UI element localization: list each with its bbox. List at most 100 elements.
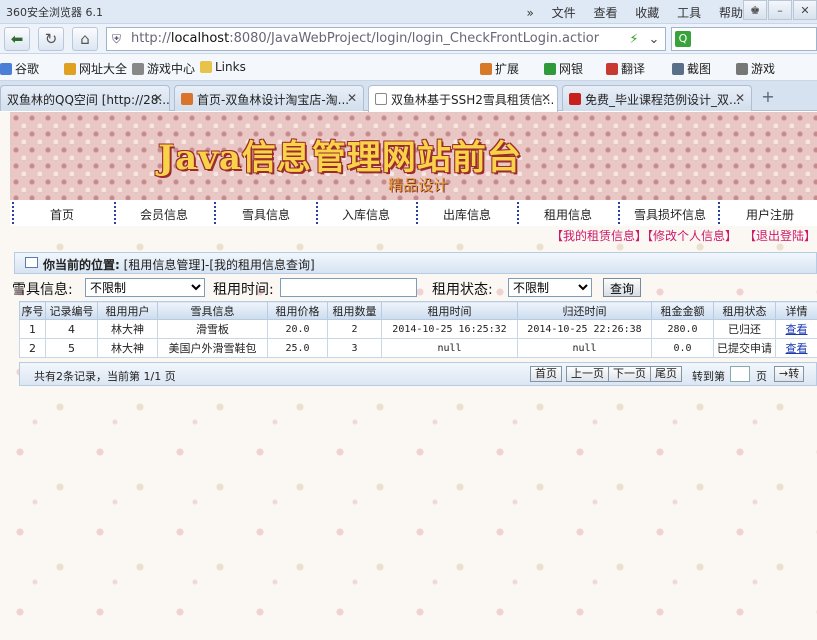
bank-icon — [544, 62, 556, 75]
view-detail-link[interactable]: 查看 — [786, 342, 808, 355]
lightning-icon[interactable]: ⚡ — [624, 27, 644, 51]
view-detail-link[interactable]: 查看 — [786, 323, 808, 336]
query-button[interactable]: 查询 — [603, 278, 642, 297]
fav-label: Links — [215, 60, 246, 74]
go-button[interactable]: →转 — [774, 366, 805, 382]
browser-tab[interactable]: 首页-双鱼林设计淘宝店-淘... ✕ — [174, 85, 364, 111]
fav-links[interactable]: Links — [200, 60, 246, 74]
fav-sites[interactable]: 网址大全 — [64, 60, 127, 77]
close-window-button[interactable]: ✕ — [793, 0, 817, 20]
column-header: 记录编号 — [45, 301, 98, 320]
nav-inbound[interactable]: 入库信息 — [342, 206, 390, 223]
toolbar-label: 翻译 — [621, 62, 646, 76]
translate-icon — [606, 62, 618, 75]
cell-return-time: null — [517, 338, 652, 358]
menu-favorites[interactable]: 收藏 — [635, 6, 659, 20]
cell-rent-time: null — [381, 338, 518, 358]
fav-google[interactable]: 谷歌 — [0, 60, 39, 77]
toolbar-translate[interactable]: 翻译 — [606, 60, 645, 77]
fav-label: 网址大全 — [79, 62, 128, 76]
rent-time-input[interactable] — [280, 278, 417, 297]
cell-user: 林大神 — [97, 319, 158, 339]
minimize-button[interactable]: – — [768, 0, 792, 20]
nav-divider — [718, 202, 720, 224]
address-bar[interactable]: ⛨ http://localhost:8080/JavaWebProject/l… — [106, 27, 666, 51]
link-logout[interactable]: 【退出登陆】 — [744, 227, 816, 244]
prev-page-button[interactable]: 上一页 — [566, 366, 609, 382]
table-row: 2 5 林大神 美国户外滑雪鞋包 25.0 3 null null 0.0 已提… — [19, 338, 817, 358]
chevron-down-icon[interactable]: ⌄ — [644, 27, 664, 51]
equipment-select[interactable]: 不限制 — [85, 278, 205, 297]
tab-favicon-icon — [181, 93, 193, 105]
toolbar-screenshot[interactable]: 截图 — [672, 60, 711, 77]
back-button[interactable]: ⬅ — [4, 27, 30, 51]
last-page-button[interactable]: 尾页 — [650, 366, 682, 382]
column-header: 租用数量 — [327, 301, 382, 320]
cell-equipment: 滑雪板 — [157, 319, 268, 339]
scissors-icon — [672, 62, 684, 75]
tab-favicon-icon — [569, 93, 581, 105]
cell-record-id: 5 — [45, 338, 98, 358]
nav-outbound[interactable]: 出库信息 — [443, 206, 491, 223]
link-edit-profile[interactable]: 【修改个人信息】 — [641, 227, 737, 244]
nav-home[interactable]: 首页 — [50, 206, 74, 223]
browser-tab-active[interactable]: 双鱼林基于SSH2雪具租赁信... ✕ — [368, 85, 558, 112]
jump-page-input[interactable] — [730, 366, 750, 382]
refresh-button[interactable]: ↻ — [38, 27, 64, 51]
location-path: [租用信息管理]-[我的租用信息查询] — [123, 258, 315, 272]
google-icon — [0, 62, 12, 75]
first-page-button[interactable]: 首页 — [530, 366, 562, 382]
window-icon — [25, 257, 38, 268]
menu-file[interactable]: 文件 — [552, 6, 576, 20]
next-page-button[interactable]: 下一页 — [608, 366, 651, 382]
rent-time-label: 租用时间: — [213, 282, 274, 298]
browser-tab[interactable]: 双鱼林的QQ空间 [http://28... ✕ — [0, 85, 170, 111]
nav-divider — [416, 202, 418, 224]
close-tab-icon[interactable]: ✕ — [735, 91, 745, 105]
extensions-icon — [480, 62, 492, 75]
toolbar-banking[interactable]: 网银 — [544, 60, 583, 77]
new-tab-button[interactable]: + — [756, 87, 780, 109]
nav-divider — [618, 202, 620, 224]
search-engine-icon[interactable]: Q — [675, 31, 691, 47]
site-banner: Java信息管理网站前台 精品设计 — [10, 112, 817, 200]
toolbar-label: 网银 — [559, 62, 584, 76]
toolbar-extensions[interactable]: 扩展 — [480, 60, 519, 77]
close-tab-icon[interactable]: ✕ — [347, 91, 357, 105]
nav-rentals[interactable]: 租用信息 — [544, 206, 592, 223]
fav-games[interactable]: 游戏中心 — [132, 60, 195, 77]
column-header: 租金金额 — [651, 301, 714, 320]
browser-tab[interactable]: 免费_毕业课程范例设计_双... ✕ — [562, 85, 752, 111]
column-header: 租用价格 — [267, 301, 328, 320]
link-my-rentals[interactable]: 【我的租赁信息】 — [551, 227, 647, 244]
menu-chevron-icon[interactable]: » — [526, 6, 533, 20]
rent-status-select[interactable]: 不限制 — [508, 278, 592, 297]
cell-equipment: 美国户外滑雪鞋包 — [157, 338, 268, 358]
nav-register[interactable]: 用户注册 — [746, 206, 794, 223]
nav-members[interactable]: 会员信息 — [140, 206, 188, 223]
nav-damage[interactable]: 雪具损坏信息 — [634, 206, 706, 223]
toolbar-games[interactable]: 游戏 — [736, 60, 775, 77]
menu-help[interactable]: 帮助 — [719, 6, 743, 20]
search-input[interactable]: Q — [671, 27, 817, 51]
cell-detail: 查看 — [775, 338, 817, 358]
pagination-bar: 共有2条记录，当前第 1/1 页 首页 上一页 下一页 尾页 转到第 页 →转 — [19, 362, 817, 386]
back-arrow-icon: ⬅ — [10, 30, 24, 48]
tab-label: 双鱼林基于SSH2雪具租赁信... — [391, 93, 555, 107]
cell-status: 已归还 — [713, 319, 776, 339]
url-path: :8080/JavaWebProject/login/login_CheckFr… — [229, 31, 600, 46]
page-icon — [375, 93, 387, 105]
close-tab-icon[interactable]: ✕ — [541, 91, 551, 105]
sites-icon — [64, 62, 76, 75]
nav-divider — [214, 202, 216, 224]
close-tab-icon[interactable]: ✕ — [153, 91, 163, 105]
tab-bar: 双鱼林的QQ空间 [http://28... ✕ 首页-双鱼林设计淘宝店-淘..… — [0, 81, 817, 112]
cell-status: 已提交申请 — [713, 338, 776, 358]
nav-equipment[interactable]: 雪具信息 — [242, 206, 290, 223]
menu-view[interactable]: 查看 — [593, 6, 617, 20]
menu-tools[interactable]: 工具 — [677, 6, 701, 20]
shield-icon: ⛨ — [112, 32, 122, 46]
home-button[interactable]: ⌂ — [72, 27, 98, 51]
skin-icon[interactable]: ♚ — [743, 0, 767, 20]
cell-detail: 查看 — [775, 319, 817, 339]
